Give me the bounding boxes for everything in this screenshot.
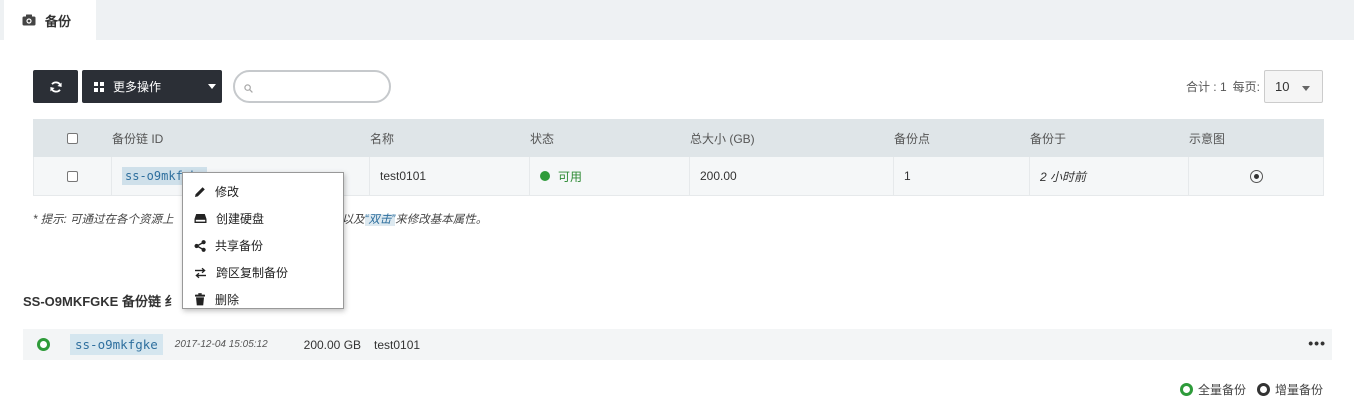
disk-icon [194,214,207,223]
hint-highlight: “双击” [364,214,396,226]
legend-incremental: 增量备份 [1274,383,1323,397]
chain-point-id[interactable]: ss-o9mkfgke [70,334,163,355]
per-page-select[interactable]: 10 [1264,70,1323,103]
legend: 全量备份 增量备份 [1179,381,1323,398]
pencil-icon [195,186,205,197]
more-actions-button[interactable]: 更多操作 [82,70,222,103]
row-points: 1 [893,156,1030,196]
status-dot-icon [540,171,550,181]
tab-label: 备份 [45,13,72,29]
context-menu: 修改 创建硬盘 共享备份 跨区复制备份 删除 [182,172,344,309]
chain-list-item[interactable]: ss-o9mkfgke 2017-12-04 15:05:12 200.00 G… [23,329,1332,360]
search-input[interactable] [257,78,385,96]
search-icon [244,84,253,93]
toolbar: 更多操作 [33,70,391,103]
row-name: test0101 [369,156,530,196]
header-backup-at[interactable]: 备份于 [1029,119,1189,157]
chevron-down-icon [1302,86,1310,91]
camera-icon [22,14,36,26]
per-page-value: 10 [1275,79,1290,94]
hint-prefix: * 提示: 可通过在各个资源上 [33,214,174,226]
per-page-label: 每页: [1232,80,1260,94]
hint-middle: 以及 [341,214,365,226]
header-size[interactable]: 总大小 (GB) [689,119,894,157]
grid-icon [94,81,104,92]
menu-item-cross-region-copy[interactable]: 跨区复制备份 [183,259,343,286]
full-backup-legend-icon [1179,383,1193,396]
search-box[interactable] [233,70,391,103]
legend-full: 全量备份 [1197,383,1246,397]
chain-point-name: test0101 [374,337,421,352]
chevron-down-icon [208,84,216,89]
header-chain-id[interactable]: 备份链 ID [111,119,370,157]
header-diagram: 示意图 [1188,119,1324,157]
menu-item-delete[interactable]: 删除 [183,286,343,313]
pager: 合计 : 1 每页: 10 [1186,70,1323,103]
row-size: 200.00 [689,156,894,196]
menu-item-label: 共享备份 [215,239,264,253]
trash-icon [195,293,205,306]
menu-item-create-disk[interactable]: 创建硬盘 [183,205,343,232]
full-backup-ring-icon [37,338,50,351]
total-count: 合计 : 1 [1185,80,1227,94]
menu-item-share[interactable]: 共享备份 [183,232,343,259]
refresh-button[interactable] [33,70,78,103]
menu-item-label: 跨区复制备份 [216,266,289,280]
chain-section-title: SS-O9MKFGKE 备份链 纟 [23,294,178,309]
tab-bar: 备份 [0,0,1354,40]
hint-suffix: 来修改基本属性。 [395,214,488,226]
chain-point-size: 200.00 GB [303,337,362,352]
diagram-icon[interactable] [1249,170,1263,184]
menu-item-edit[interactable]: 修改 [183,178,343,205]
menu-item-label: 修改 [215,185,240,199]
refresh-icon [49,81,62,92]
more-icon[interactable]: ••• [1308,336,1326,350]
row-checkbox[interactable] [67,171,78,183]
row-backup-at: 2 小时前 [1029,156,1189,196]
menu-item-label: 创建硬盘 [216,212,265,226]
tab-backups[interactable]: 备份 [4,0,96,40]
chain-point-timestamp: 2017-12-04 15:05:12 [174,339,268,350]
incremental-backup-legend-icon [1256,383,1270,396]
header-points[interactable]: 备份点 [893,119,1030,157]
header-status[interactable]: 状态 [529,119,690,157]
select-all-checkbox[interactable] [67,133,78,145]
swap-arrows-icon [195,267,206,278]
menu-item-label: 删除 [215,293,240,307]
status-text: 可用 [558,169,583,184]
more-actions-label: 更多操作 [113,80,162,94]
header-name[interactable]: 名称 [369,119,530,157]
table-header-row: 备份链 ID 名称 状态 总大小 (GB) 备份点 备份于 示意图 [33,119,1324,157]
share-icon [194,239,206,252]
